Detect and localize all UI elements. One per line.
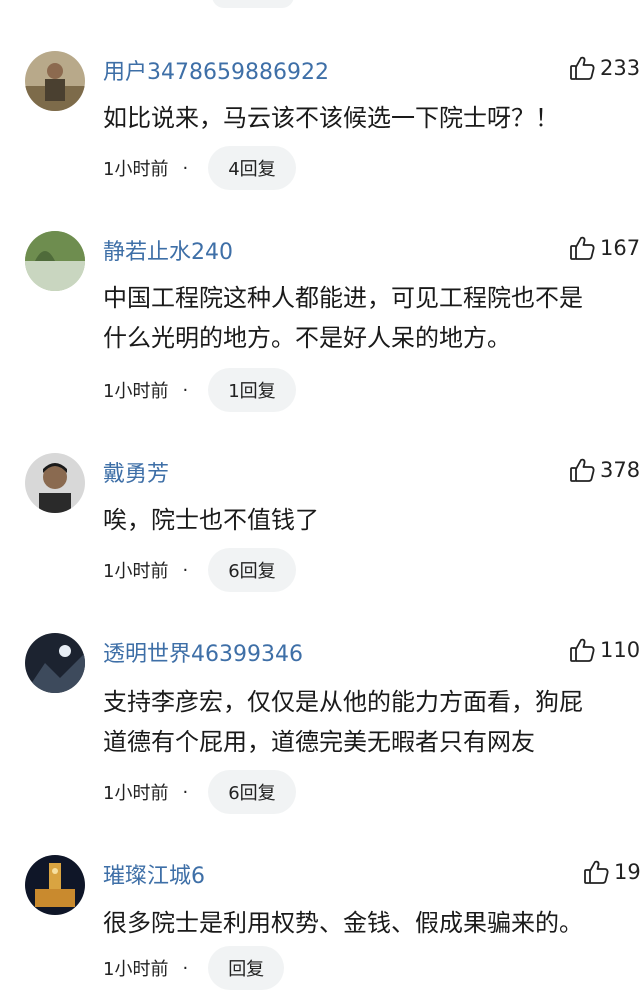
previous-reply-pill[interactable] — [212, 0, 294, 8]
thumbs-up-icon — [570, 236, 595, 260]
replies-button[interactable]: 6回复 — [208, 770, 296, 814]
timestamp: 1小时前 — [103, 159, 169, 180]
separator-dot: · — [182, 781, 189, 803]
thumbs-up-icon — [570, 638, 595, 662]
comment-meta: 1小时前 · 1回复 — [103, 368, 296, 412]
timestamp: 1小时前 — [103, 783, 169, 804]
username[interactable]: 璀璨江城6 — [103, 858, 205, 890]
replies-button[interactable]: 1回复 — [208, 368, 296, 412]
separator-dot: · — [182, 379, 189, 401]
like-button[interactable]: 19 — [582, 858, 640, 886]
like-count: 110 — [600, 638, 640, 662]
avatar[interactable] — [25, 231, 85, 291]
comment-line: 道德有个屁用，道德完美无暇者只有网友 — [103, 728, 535, 756]
thumbs-up-icon — [570, 458, 595, 482]
replies-button[interactable]: 6回复 — [208, 548, 296, 592]
like-count: 233 — [600, 56, 640, 80]
username[interactable]: 戴勇芳 — [103, 456, 169, 488]
like-count: 19 — [614, 860, 640, 884]
avatar[interactable] — [25, 633, 85, 693]
thumbs-up-icon — [570, 56, 595, 80]
comment-line: 唉，院士也不值钱了 — [103, 506, 319, 534]
comment-line: 很多院士是利用权势、金钱、假成果骗来的。 — [103, 909, 583, 937]
replies-button[interactable]: 4回复 — [208, 146, 296, 190]
comment-meta: 1小时前 · 6回复 — [103, 548, 296, 592]
comment-meta: 1小时前 · 回复 — [103, 946, 285, 990]
timestamp: 1小时前 — [103, 381, 169, 402]
timestamp: 1小时前 — [103, 959, 169, 980]
separator-dot: · — [182, 559, 189, 581]
username[interactable]: 用户3478659886922 — [103, 54, 329, 86]
avatar[interactable] — [25, 453, 85, 513]
like-button[interactable]: 233 — [568, 54, 640, 82]
username[interactable]: 透明世界46399346 — [103, 636, 303, 668]
comment-text: 中国工程院这种人都能进，可见工程院也不是 什么光明的地方。不是好人呆的地方。 — [103, 278, 640, 358]
like-count: 378 — [600, 458, 640, 482]
avatar[interactable] — [25, 855, 85, 915]
like-button[interactable]: 110 — [568, 636, 640, 664]
comment-text: 如比说来，马云该不该候选一下院士呀？！ — [103, 98, 640, 138]
thumbs-up-icon — [584, 860, 609, 884]
comment-text: 很多院士是利用权势、金钱、假成果骗来的。 — [103, 903, 640, 943]
separator-dot: · — [182, 957, 189, 979]
comment-line: 支持李彦宏，仅仅是从他的能力方面看，狗屁 — [103, 688, 583, 716]
replies-button[interactable]: 回复 — [208, 946, 285, 990]
username[interactable]: 静若止水240 — [103, 234, 233, 266]
comment-meta: 1小时前 · 4回复 — [103, 146, 296, 190]
comment-line: 中国工程院这种人都能进，可见工程院也不是 — [103, 284, 583, 312]
comment-line: 什么光明的地方。不是好人呆的地方。 — [103, 324, 511, 352]
avatar[interactable] — [25, 51, 85, 111]
like-button[interactable]: 378 — [568, 456, 640, 484]
comment-text: 支持李彦宏，仅仅是从他的能力方面看，狗屁 道德有个屁用，道德完美无暇者只有网友 — [103, 682, 640, 762]
comment-line: 如比说来，马云该不该候选一下院士呀？！ — [103, 104, 559, 132]
comment-meta: 1小时前 · 6回复 — [103, 770, 296, 814]
separator-dot: · — [182, 157, 189, 179]
like-count: 167 — [600, 236, 640, 260]
timestamp: 1小时前 — [103, 561, 169, 582]
comment-text: 唉，院士也不值钱了 — [103, 500, 640, 540]
like-button[interactable]: 167 — [568, 234, 640, 262]
